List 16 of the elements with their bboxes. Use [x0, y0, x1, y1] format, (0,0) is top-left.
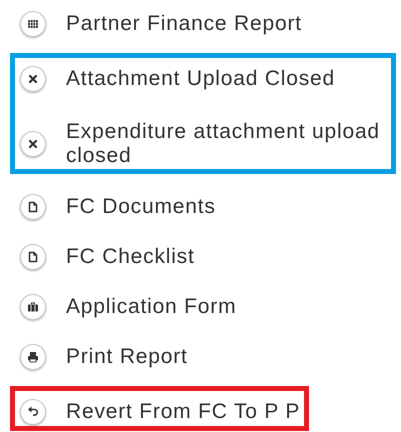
menu-item[interactable]: Application Form: [66, 295, 236, 319]
menu-item[interactable]: Print Report: [66, 345, 188, 369]
close-icon[interactable]: [20, 66, 46, 92]
menu-item[interactable]: FC Documents: [66, 195, 216, 219]
close-icon[interactable]: [20, 131, 46, 157]
undo-icon[interactable]: [20, 399, 46, 425]
briefcase-icon[interactable]: [20, 294, 46, 320]
menu-item[interactable]: Revert From FC To P P: [66, 400, 300, 424]
menu-item[interactable]: Expenditure attachment upload closed: [66, 120, 387, 168]
printer-icon[interactable]: [20, 344, 46, 370]
document-icon[interactable]: [20, 194, 46, 220]
menu-item[interactable]: FC Checklist: [66, 245, 195, 269]
table-icon[interactable]: [20, 11, 46, 37]
document-icon[interactable]: [20, 244, 46, 270]
menu-item[interactable]: Partner Finance Report: [66, 12, 302, 36]
menu-item[interactable]: Attachment Upload Closed: [66, 67, 336, 91]
